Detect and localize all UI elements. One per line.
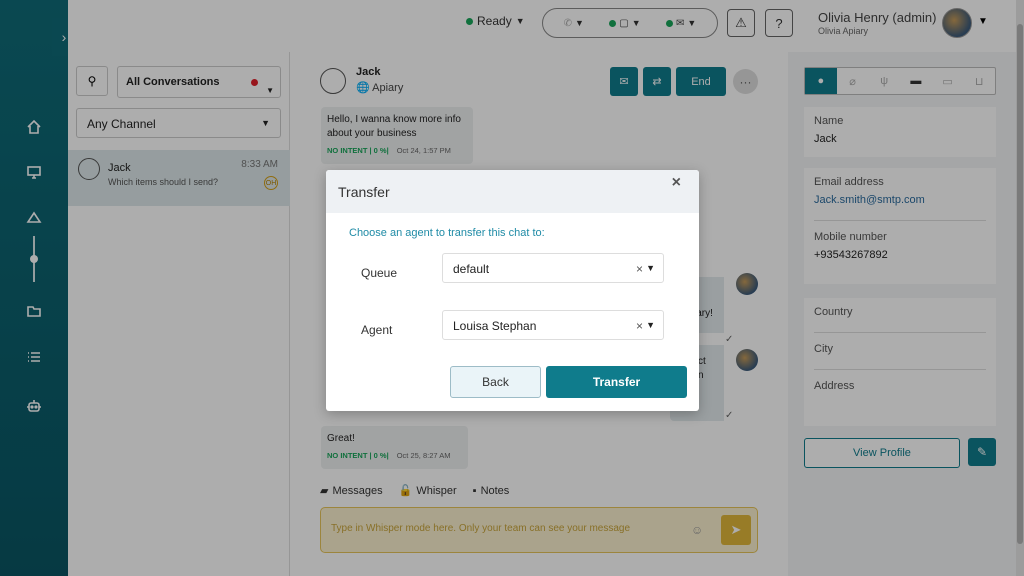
- transfer-submit-button[interactable]: Transfer: [546, 366, 687, 398]
- clear-icon[interactable]: ×: [636, 262, 643, 276]
- dialog-subtitle: Choose an agent to transfer this chat to…: [349, 227, 545, 239]
- agent-value: Louisa Stephan: [453, 319, 537, 333]
- close-icon[interactable]: ×: [672, 174, 681, 192]
- chevron-down-icon: ▼: [646, 263, 655, 273]
- chevron-down-icon: ▼: [646, 320, 655, 330]
- transfer-dialog: Transfer × Choose an agent to transfer t…: [326, 170, 699, 411]
- queue-select[interactable]: default × ▼: [442, 253, 664, 283]
- queue-label: Queue: [361, 266, 398, 280]
- back-label: Back: [482, 375, 509, 389]
- back-button[interactable]: Back: [450, 366, 541, 398]
- transfer-label: Transfer: [592, 375, 641, 389]
- agent-label: Agent: [361, 323, 393, 337]
- app-root: › Ready ▼ ✆ ▼ ▢ ▼ ✉ ▼ ⚠ ? Olivia Henry (adm…: [0, 0, 1024, 576]
- queue-value: default: [453, 262, 490, 276]
- clear-icon[interactable]: ×: [636, 319, 643, 333]
- dialog-title: Transfer: [338, 184, 390, 200]
- dialog-header: Transfer ×: [326, 170, 699, 213]
- agent-select[interactable]: Louisa Stephan × ▼: [442, 310, 664, 340]
